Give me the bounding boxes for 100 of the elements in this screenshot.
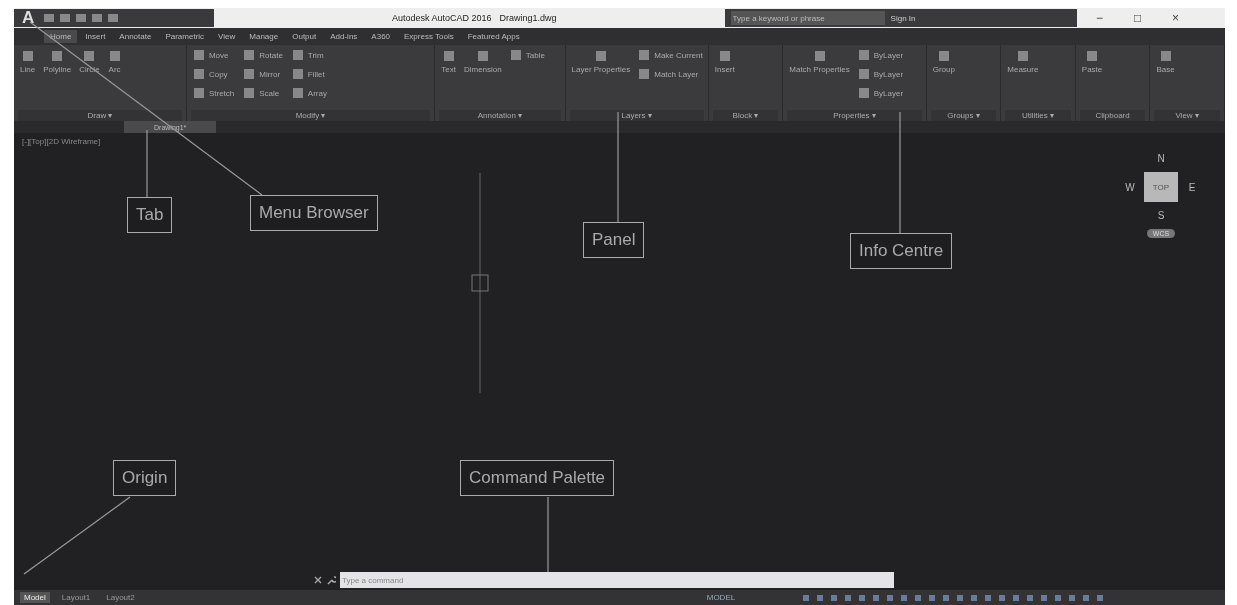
ribbon-tab[interactable]: Add-ins bbox=[324, 30, 364, 43]
close-icon[interactable] bbox=[314, 576, 322, 584]
panel-title[interactable]: Block ▾ bbox=[712, 110, 779, 121]
tool-icon bbox=[191, 86, 206, 100]
model-space-button[interactable]: MODEL bbox=[706, 593, 736, 602]
callout-label: Menu Browser bbox=[250, 195, 378, 231]
tool-button[interactable]: Rotate bbox=[241, 47, 284, 63]
panel-title[interactable]: Modify ▾ bbox=[190, 110, 431, 121]
panel-title[interactable]: Utilities ▾ bbox=[1005, 110, 1071, 121]
tool-button[interactable]: Polyline bbox=[41, 47, 74, 76]
tool-icon bbox=[1015, 49, 1030, 63]
tool-icon bbox=[637, 48, 652, 62]
tool-icon bbox=[20, 49, 35, 63]
panel-title[interactable]: Draw ▾ bbox=[18, 110, 182, 121]
tool-icon bbox=[593, 49, 608, 63]
toolbar-icon[interactable] bbox=[108, 14, 119, 22]
tool-button[interactable]: ByLayer bbox=[855, 66, 905, 82]
tool-button[interactable]: Table bbox=[507, 47, 546, 63]
toolbar-icon[interactable] bbox=[92, 14, 103, 22]
callout-label: Origin bbox=[113, 460, 177, 496]
compass-label[interactable]: E bbox=[1188, 181, 1196, 193]
panel-title[interactable]: Layers ▾ bbox=[569, 110, 704, 121]
tool-icon bbox=[508, 48, 523, 62]
ribbon-tab[interactable]: Output bbox=[286, 30, 323, 43]
tool-button[interactable]: Mirror bbox=[241, 66, 284, 82]
toolbar-icon[interactable] bbox=[76, 14, 87, 22]
toolbar-icon[interactable] bbox=[60, 14, 71, 22]
tool-button[interactable]: Scale bbox=[241, 85, 284, 101]
tool-icon bbox=[1158, 49, 1173, 63]
tool-button[interactable]: Move bbox=[190, 47, 236, 63]
window-title: Autodesk AutoCAD 2016 bbox=[392, 13, 492, 23]
tool-button[interactable]: Paste bbox=[1079, 47, 1105, 76]
callout-label: Tab bbox=[127, 197, 173, 233]
sign-in-link[interactable]: Sign In bbox=[890, 13, 916, 23]
window-control-button[interactable]: − bbox=[1084, 10, 1115, 26]
panel-title[interactable]: Properties ▾ bbox=[787, 110, 922, 121]
tool-button[interactable]: Copy bbox=[190, 66, 236, 82]
tool-icon bbox=[290, 48, 305, 62]
ribbon-tab[interactable]: Home bbox=[44, 30, 78, 43]
tool-icon bbox=[82, 49, 97, 63]
search-field[interactable]: Type a keyword or phrase bbox=[730, 11, 885, 25]
tool-icon bbox=[856, 86, 871, 100]
compass-label[interactable]: S bbox=[1157, 210, 1165, 221]
tool-button[interactable]: Make Current bbox=[636, 47, 704, 63]
tool-icon bbox=[717, 49, 732, 63]
tool-button[interactable]: Arc bbox=[105, 47, 124, 76]
tool-button[interactable]: Match Layer bbox=[636, 66, 704, 82]
tool-button[interactable]: Text bbox=[439, 47, 458, 76]
tool-button[interactable]: Dimension bbox=[461, 47, 504, 76]
tool-button[interactable]: Array bbox=[289, 85, 328, 101]
compass-label[interactable]: W bbox=[1125, 181, 1135, 193]
tool-icon bbox=[191, 67, 206, 81]
panel-title[interactable]: Clipboard bbox=[1079, 110, 1146, 121]
ribbon-tab[interactable]: Annotate bbox=[113, 30, 158, 43]
tool-button[interactable]: Layer Properties bbox=[569, 47, 633, 76]
tool-button[interactable]: Stretch bbox=[190, 85, 236, 101]
ribbon-tab[interactable]: Express Tools bbox=[398, 30, 460, 43]
panel-title[interactable]: Annotation ▾ bbox=[439, 110, 561, 121]
window-control-button[interactable]: □ bbox=[1122, 10, 1153, 26]
tool-button[interactable]: Match Properties bbox=[787, 47, 852, 76]
window-control-button[interactable]: × bbox=[1160, 10, 1191, 26]
ribbon-tab[interactable]: Featured Apps bbox=[461, 30, 526, 43]
tool-button[interactable]: Insert bbox=[712, 47, 737, 76]
viewcube-face[interactable]: TOP bbox=[1144, 172, 1178, 202]
viewport-label[interactable]: [-][Top][2D Wireframe] bbox=[22, 137, 101, 146]
tool-icon bbox=[637, 67, 652, 81]
tool-icon bbox=[812, 49, 827, 63]
tool-button[interactable]: Group bbox=[930, 47, 957, 76]
tool-icon bbox=[856, 48, 871, 62]
tool-button[interactable]: Measure bbox=[1005, 47, 1041, 76]
tool-button[interactable]: Line bbox=[18, 47, 38, 76]
tool-icon bbox=[475, 49, 490, 63]
tool-icon bbox=[290, 86, 305, 100]
ribbon-tab[interactable]: Insert bbox=[79, 30, 112, 43]
wrench-icon[interactable] bbox=[326, 575, 336, 585]
file-name: Drawing1.dwg bbox=[499, 13, 557, 23]
ribbon-tab[interactable]: Parametric bbox=[159, 30, 211, 43]
panel-title[interactable]: View ▾ bbox=[1154, 110, 1220, 121]
tool-icon bbox=[290, 67, 305, 81]
layout-tab[interactable]: Model bbox=[20, 592, 50, 603]
ribbon-tab[interactable]: A360 bbox=[365, 30, 397, 43]
layout-tab[interactable]: Layout1 bbox=[57, 592, 95, 603]
tool-button[interactable]: Trim bbox=[289, 47, 328, 63]
menu-browser-button[interactable]: A bbox=[18, 8, 39, 28]
toolbar-icon[interactable] bbox=[44, 14, 55, 22]
callout-label: Info Centre bbox=[850, 233, 953, 269]
ribbon-tab[interactable]: View bbox=[212, 30, 242, 43]
tool-button[interactable]: Fillet bbox=[289, 66, 328, 82]
tool-icon bbox=[191, 48, 206, 62]
tool-button[interactable]: Base bbox=[1154, 47, 1177, 76]
tool-icon bbox=[242, 48, 257, 62]
tool-icon bbox=[242, 86, 257, 100]
compass-label[interactable]: N bbox=[1157, 153, 1165, 164]
tool-button[interactable]: ByLayer bbox=[855, 47, 905, 63]
command-line-field[interactable]: Type a command bbox=[340, 572, 894, 588]
panel-title[interactable]: Groups ▾ bbox=[930, 110, 997, 121]
tool-icon bbox=[441, 49, 456, 63]
ribbon-tab[interactable]: Manage bbox=[243, 30, 285, 43]
layout-tab[interactable]: Layout2 bbox=[102, 592, 139, 603]
tool-button[interactable]: ByLayer bbox=[855, 85, 905, 101]
